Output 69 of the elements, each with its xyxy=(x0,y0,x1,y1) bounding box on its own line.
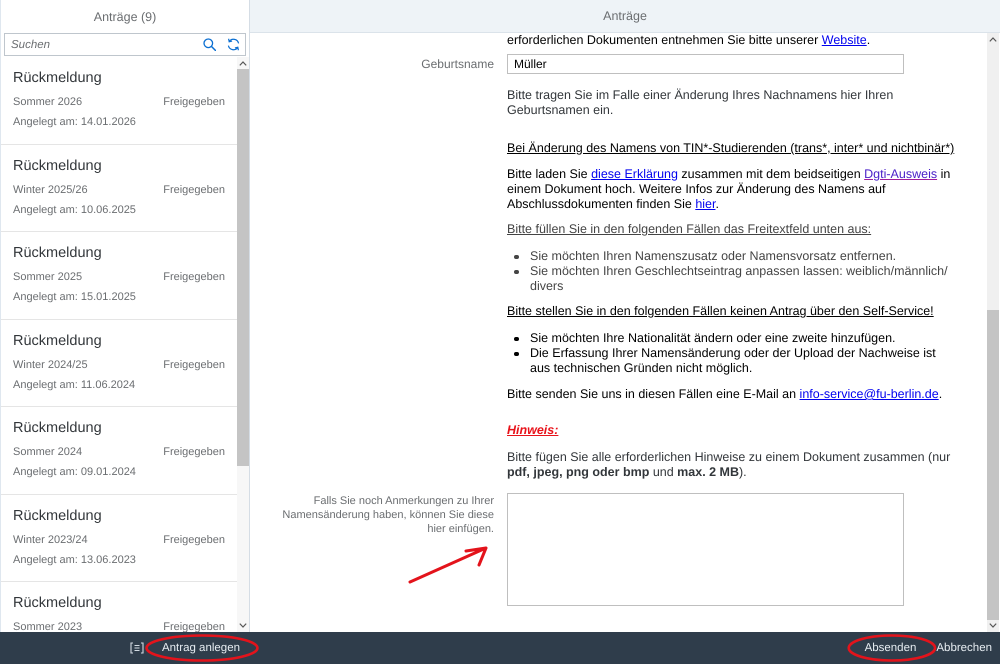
scrollbar-thumb[interactable] xyxy=(987,310,999,620)
scroll-down-icon[interactable] xyxy=(989,623,997,628)
hint-text: Bitte tragen Sie im Falle einer Änderung Ihres Nachnamens hier Ihren Geburtsnamen ein. xyxy=(507,88,894,118)
list-item[interactable]: Rückmeldung Winter 2023/24 Freigegeben Angelegt am: 13.06.2023 xyxy=(1,494,237,582)
text-link[interactable]: hier xyxy=(695,197,716,211)
text-link[interactable]: info-service@fu-berlin.de xyxy=(800,387,939,401)
bullet-text: Sie möchten Ihren Geschlechtseintrag anpassen lassen: weiblich/männlich/ divers xyxy=(530,264,949,294)
item-term: Sommer 2024 xyxy=(13,445,82,460)
list-title: Anträge (9) xyxy=(94,10,156,24)
text-link[interactable]: Website xyxy=(822,33,867,47)
list-item[interactable]: Rückmeldung Winter 2024/25 Freigegeben Angelegt am: 11.06.2024 xyxy=(1,320,237,407)
field-label: Geburtsname xyxy=(421,56,494,73)
detail-title: Anträge xyxy=(603,9,647,23)
section-heading: Bitte füllen Sie in den folgenden Fällen das Freitextfeld unten aus: xyxy=(507,222,872,237)
paragraph-text: erforderlichen Dokumenten entnehmen Sie bitte unserer Website. xyxy=(507,33,872,48)
item-title: Rückmeldung xyxy=(13,332,103,350)
list-item[interactable]: Rückmeldung Winter 2025/26 Freigegeben Angelegt am: 10.06.2025 xyxy=(1,144,237,232)
item-title: Rückmeldung xyxy=(13,156,103,174)
item-date: Angelegt am: 09.01.2024 xyxy=(13,465,137,480)
warning-heading: Hinweis: xyxy=(507,423,558,438)
item-date: Angelegt am: 11.06.2024 xyxy=(13,378,136,392)
scrollbar-thumb[interactable] xyxy=(237,69,249,466)
item-status: Freigegeben xyxy=(163,358,225,372)
item-term: Sommer 2026 xyxy=(13,95,82,110)
field-label: Falls Sie noch Anmerkungen zu Ihrer Namensänderung haben, können Sie diese hier einfügen. xyxy=(282,494,494,536)
text-link[interactable]: Dgti-Ausweis xyxy=(864,167,938,181)
bullet-icon xyxy=(514,254,518,259)
bullet-icon xyxy=(514,336,518,341)
item-status: Freigegeben xyxy=(163,445,225,460)
item-title: Rückmeldung xyxy=(13,69,103,87)
bullet-text: Sie möchten Ihre Nationalität ändern oder eine zweite hinzufügen. xyxy=(530,331,897,346)
search-icon[interactable] xyxy=(203,38,216,51)
refresh-icon[interactable] xyxy=(227,38,240,51)
bullet-text: Sie möchten Ihren Namenszusatz oder Namensvorsatz entfernen. xyxy=(530,249,898,264)
section-heading: Bei Änderung des Namens von TIN*-Studierenden (trans*, inter* und nichtbinär*) xyxy=(507,141,956,156)
footer-button[interactable]: Abbrechen xyxy=(930,635,998,661)
item-date: Angelegt am: 10.06.2025 xyxy=(13,202,137,218)
item-term: Winter 2024/25 xyxy=(13,358,88,372)
item-term: Winter 2023/24 xyxy=(13,532,88,548)
list-icon[interactable] xyxy=(130,642,144,654)
paragraph-text: Bitte senden Sie uns in diesen Fällen eine E-Mail an info-service@fu-berlin.de. xyxy=(507,387,944,402)
item-term: Sommer 2025 xyxy=(13,270,82,285)
comment-field[interactable] xyxy=(507,493,904,606)
item-title: Rückmeldung xyxy=(13,244,103,262)
item-date: Angelegt am: 15.01.2025 xyxy=(13,290,137,305)
item-status: Freigegeben xyxy=(163,620,225,632)
section-heading: Bitte stellen Sie in den folgenden Fällen keinen Antrag über den Self-Service! xyxy=(507,304,935,319)
item-status: Freigegeben xyxy=(163,182,225,198)
item-status: Freigegeben xyxy=(163,270,225,285)
hint-text: Bitte fügen Sie alle erforderlichen Hinweise zu einem Dokument zusammen (nur pdf, jpeg, png oder bmp und max. 2 MB). xyxy=(507,450,952,480)
bullet-text: Die Erfassung Ihrer Namensänderung oder der Upload der Nachweise ist aus technischen Gründen nicht möglich. xyxy=(530,346,937,376)
item-term: Winter 2025/26 xyxy=(13,182,88,198)
bullet-icon xyxy=(514,352,518,356)
item-date: Angelegt am: 14.01.2026 xyxy=(13,115,137,130)
scroll-down-icon[interactable] xyxy=(239,623,247,628)
item-title: Rückmeldung xyxy=(13,419,103,437)
item-title: Rückmeldung xyxy=(13,506,103,524)
scroll-up-icon[interactable] xyxy=(989,37,997,42)
item-term: Sommer 2023 xyxy=(13,620,82,632)
text-link[interactable]: diese Erklärung xyxy=(591,167,678,181)
bullet-icon xyxy=(514,270,518,274)
scroll-up-icon[interactable] xyxy=(239,61,247,66)
search-field[interactable]: Suchen xyxy=(4,33,246,56)
item-title: Rückmeldung xyxy=(13,594,103,612)
item-status: Freigegeben xyxy=(163,532,225,548)
item-status: Freigegeben xyxy=(163,95,225,110)
item-date: Angelegt am: 13.06.2023 xyxy=(13,552,137,568)
input-field[interactable]: Müller xyxy=(507,54,904,74)
paragraph-text: Bitte laden Sie diese Erklärung zusammen mit dem beidseitigen Dgti-Ausweis in einem Dokument hoch. Weitere Infos zur Änderung des Namens auf Abschlussdokumenten finden Sie hier. xyxy=(507,167,952,212)
